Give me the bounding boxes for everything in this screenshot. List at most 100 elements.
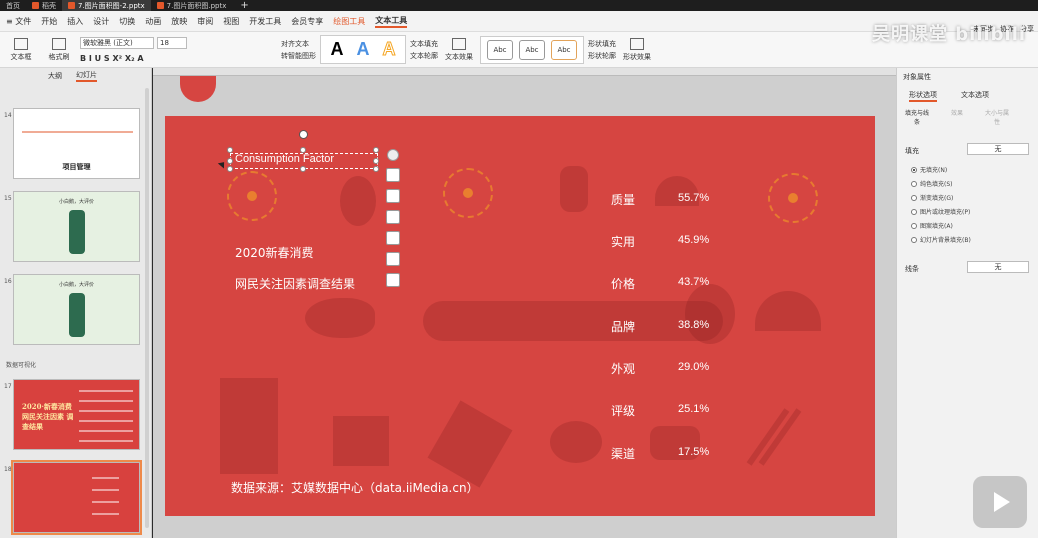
stat-line — [92, 501, 119, 503]
data-source-note[interactable]: 数据来源：艾媒数据中心（data.iiMedia.cn） — [231, 479, 479, 496]
shape-fill-button[interactable]: 形状填充 — [588, 39, 616, 49]
stat-value-price[interactable]: 43.7% — [678, 276, 709, 288]
slide-thumbnail-16[interactable]: 小白鹅，大评价 — [13, 274, 140, 345]
menu-view[interactable]: 视图 — [223, 16, 239, 27]
stat-label-price[interactable]: 价格 — [611, 275, 635, 292]
resize-handle[interactable] — [373, 166, 379, 172]
menu-developer[interactable]: 开发工具 — [249, 16, 281, 27]
shape-style-icon[interactable] — [386, 168, 400, 182]
resize-handle[interactable] — [373, 158, 379, 164]
stat-label-appearance[interactable]: 外观 — [611, 360, 635, 377]
menu-slideshow[interactable]: 放映 — [171, 16, 187, 27]
tab-other-file[interactable]: 7.图片面积图.pptx — [151, 0, 233, 11]
pen-icon[interactable] — [386, 189, 400, 203]
slide-thumbnail-15[interactable]: 小白鹅，大评价 — [13, 191, 140, 262]
new-tab-button[interactable]: + — [232, 0, 256, 11]
bulb-icon[interactable] — [386, 252, 400, 266]
tab-effects[interactable]: 效果 — [945, 108, 969, 126]
fill-select[interactable]: 无 — [967, 143, 1029, 155]
tab-home[interactable]: 首页 — [0, 0, 26, 11]
shape-style-2[interactable]: Abc — [519, 39, 545, 60]
fill-option-gradient[interactable]: 渐变填充(G) — [911, 193, 953, 202]
menu-transition[interactable]: 切换 — [119, 16, 135, 27]
fill-option-slide-bg[interactable]: 幻灯片背景填充(B) — [911, 235, 971, 244]
stat-label-rating[interactable]: 评级 — [611, 402, 635, 419]
fill-option-pattern[interactable]: 图案填充(A) — [911, 221, 953, 230]
resize-handle[interactable] — [300, 166, 306, 172]
fill-option-picture[interactable]: 图片或纹理填充(P) — [911, 207, 970, 216]
stat-line — [92, 477, 119, 479]
fill-option-none[interactable]: 无填充(N) — [911, 165, 947, 174]
convert-smartart-button[interactable]: 转智能图形 — [281, 51, 316, 61]
align-text-button[interactable]: 对齐文本 — [281, 39, 316, 49]
rotate-handle[interactable] — [299, 130, 308, 139]
textbox-button[interactable]: 文本框 — [4, 37, 38, 62]
tab-shape-options[interactable]: 形状选项 — [909, 90, 937, 102]
text-style-black[interactable]: A — [327, 39, 347, 60]
text-effect-button[interactable]: 文本效果 — [442, 37, 476, 62]
stat-label-brand[interactable]: 品牌 — [611, 318, 635, 335]
outline-icon[interactable] — [386, 231, 400, 245]
slide-subtitle-line-2[interactable]: 网民关注因素调查结果 — [235, 275, 355, 292]
tab-current-file[interactable]: 7.图片面积图-2.pptx — [62, 0, 151, 11]
stat-label-practical[interactable]: 实用 — [611, 233, 635, 250]
stat-value-brand[interactable]: 38.8% — [678, 319, 709, 331]
shape-style-1[interactable]: Abc — [487, 39, 513, 60]
tab-fill-and-line[interactable]: 填充与线条 — [905, 108, 929, 126]
menu-file[interactable]: ≡ 文件 — [6, 16, 31, 27]
tab-outline[interactable]: 大纲 — [48, 71, 62, 81]
menu-insert[interactable]: 插入 — [67, 16, 83, 27]
line-section-label[interactable]: 线条 — [905, 264, 919, 274]
stat-label-channel[interactable]: 渠道 — [611, 445, 635, 462]
thumbnail-scrollbar[interactable] — [145, 88, 149, 528]
resize-handle[interactable] — [373, 147, 379, 153]
format-painter-button[interactable]: 格式刷 — [42, 37, 76, 62]
stat-value-channel[interactable]: 17.5% — [678, 446, 709, 458]
menu-drawing-tools[interactable]: 绘图工具 — [333, 16, 365, 27]
stat-value-quality[interactable]: 55.7% — [678, 192, 709, 204]
menu-text-tools[interactable]: 文本工具 — [375, 15, 408, 28]
text-style-blue[interactable]: A — [353, 39, 373, 60]
menu-animation[interactable]: 动画 — [145, 16, 161, 27]
image-icon[interactable] — [386, 273, 400, 287]
font-family-select[interactable]: 微软雅黑 (正文) — [80, 36, 154, 49]
slide-thumbnail-14[interactable]: 项目管理 — [13, 108, 140, 179]
brush-icon — [52, 37, 66, 50]
stat-value-appearance[interactable]: 29.0% — [678, 361, 709, 373]
slide-thumbnail-17[interactable]: 2020·新春消费 网民关注因素 调查结果 — [13, 379, 140, 450]
menu-design[interactable]: 设计 — [93, 16, 109, 27]
text-style-outline[interactable]: A — [379, 39, 399, 60]
font-format-buttons[interactable]: B I U S X² X₂ A — [80, 54, 187, 63]
shape-effect-button[interactable]: 形状效果 — [620, 37, 654, 62]
tab-text-options[interactable]: 文本选项 — [961, 90, 989, 102]
tab-slides[interactable]: 幻灯片 — [76, 70, 97, 82]
menu-member[interactable]: 会员专享 — [291, 16, 323, 27]
fill-section-label[interactable]: 填充 — [905, 146, 919, 156]
collapse-icon[interactable] — [387, 149, 399, 161]
menu-home[interactable]: 开始 — [41, 16, 57, 27]
menu-review[interactable]: 审阅 — [197, 16, 213, 27]
line-select[interactable]: 无 — [967, 261, 1029, 273]
stat-value-rating[interactable]: 25.1% — [678, 403, 709, 415]
fill-option-solid[interactable]: 纯色填充(S) — [911, 179, 953, 188]
shape-outline-button[interactable]: 形状轮廓 — [588, 51, 616, 61]
stat-label-quality[interactable]: 质量 — [611, 191, 635, 208]
slide-title[interactable]: Consumption Factor — [235, 153, 334, 165]
text-fill-button[interactable]: 文本填充 — [410, 39, 438, 49]
font-size-select[interactable]: 18 — [157, 36, 187, 49]
play-button[interactable] — [973, 476, 1027, 528]
slide-thumbnail-18-selected[interactable] — [11, 460, 142, 535]
tab-daoke[interactable]: 稻壳 — [26, 0, 62, 11]
fill-bucket-icon[interactable] — [386, 210, 400, 224]
text-outline-button[interactable]: 文本轮廓 — [410, 51, 438, 61]
section-label[interactable]: 数据可视化 — [6, 360, 36, 369]
slide-subtitle-line-1[interactable]: 2020新春消费 — [235, 244, 314, 261]
tab-size-and-properties[interactable]: 大小与属性 — [985, 108, 1009, 126]
object-properties-panel: 对象属性 形状选项 文本选项 填充与线条 效果 大小与属性 填充 无 无填充(N… — [896, 68, 1038, 538]
resize-handle[interactable] — [227, 158, 233, 164]
stat-line — [79, 390, 133, 392]
stat-value-practical[interactable]: 45.9% — [678, 234, 709, 246]
shape-style-3[interactable]: Abc — [551, 39, 577, 60]
resize-handle[interactable] — [227, 166, 233, 172]
resize-handle[interactable] — [227, 147, 233, 153]
